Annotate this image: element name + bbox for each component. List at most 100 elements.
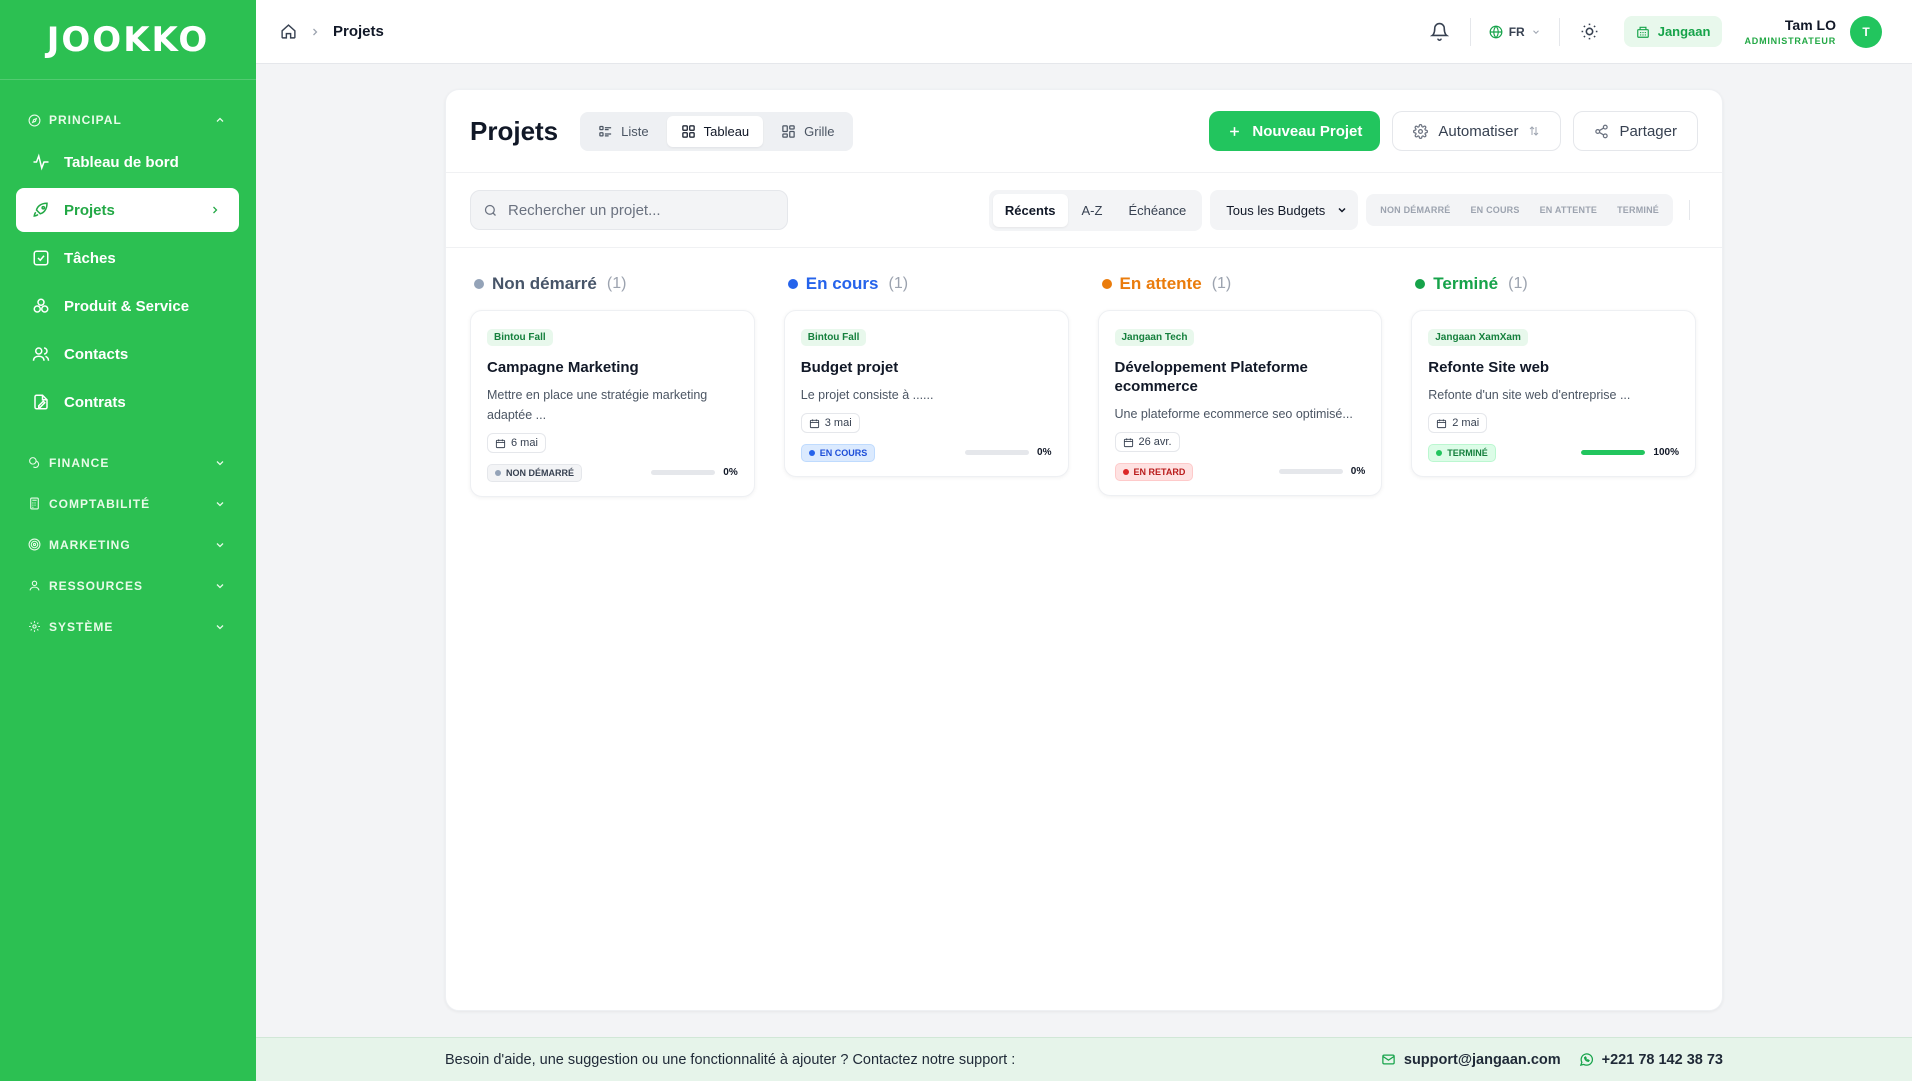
target-icon — [28, 538, 41, 551]
checkbox-icon — [32, 249, 50, 267]
status-badge: NON DÉMARRÉ — [487, 463, 583, 482]
home-icon[interactable] — [280, 23, 297, 40]
section-label: FINANCE — [49, 455, 110, 470]
users-icon — [32, 345, 50, 363]
view-list-button[interactable]: Liste — [584, 116, 662, 147]
project-card[interactable]: Bintou Fall Campagne Marketing Mettre en… — [470, 310, 755, 497]
sidebar: JOOKKO PRINCIPAL Tableau de bord Projets — [0, 0, 256, 1081]
building-icon — [1636, 25, 1650, 39]
user-menu[interactable]: Tam LO ADMINISTRATEUR T — [1744, 15, 1882, 48]
support-email-link[interactable]: support@jangaan.com — [1381, 1052, 1561, 1068]
section-comptabilite-toggle[interactable]: COMPTABILITÉ — [0, 483, 256, 524]
section-label: RESSOURCES — [49, 578, 144, 593]
section-marketing-toggle[interactable]: MARKETING — [0, 524, 256, 565]
column-dot — [474, 279, 484, 289]
automate-button[interactable]: Automatiser — [1392, 111, 1562, 151]
project-card[interactable]: Jangaan XamXam Refonte Site web Refonte … — [1411, 310, 1696, 477]
due-date: 6 mai — [511, 437, 538, 449]
new-project-button[interactable]: Nouveau Projet — [1209, 111, 1381, 151]
section-systeme-toggle[interactable]: SYSTÈME — [0, 606, 256, 647]
sidebar-item-tableau-de-bord[interactable]: Tableau de bord — [16, 140, 239, 184]
sidebar-item-label: Contacts — [64, 345, 129, 363]
filter-en-cours[interactable]: EN COURS — [1462, 199, 1527, 221]
avatar[interactable]: T — [1850, 15, 1882, 48]
view-label: Grille — [804, 123, 835, 139]
progress-bar-fill — [1581, 450, 1646, 455]
view-grid-button[interactable]: Grille — [767, 116, 848, 147]
company-switcher[interactable]: Jangaan — [1623, 16, 1723, 47]
project-description: Refonte d'un site web d'entreprise ... — [1428, 388, 1631, 402]
support-phone-link[interactable]: +221 78 142 38 73 — [1579, 1052, 1723, 1068]
project-card[interactable]: Jangaan Tech Développement Plateforme ec… — [1097, 310, 1383, 496]
section-principal-toggle[interactable]: PRINCIPAL — [0, 100, 256, 140]
chevron-down-icon — [214, 580, 226, 592]
language-selector[interactable]: FR — [1481, 19, 1549, 45]
view-board-button[interactable]: Tableau — [666, 115, 764, 147]
filter-en-attente[interactable]: EN ATTENTE — [1532, 199, 1606, 221]
due-date-chip: 6 mai — [487, 433, 546, 453]
sort-az-button[interactable]: A-Z — [1070, 194, 1115, 227]
share-button[interactable]: Partager — [1573, 111, 1698, 151]
project-title: Développement Plateforme ecommerce — [1114, 359, 1308, 395]
calculator-icon — [28, 497, 41, 510]
column-title: En cours — [805, 274, 879, 293]
column-en-cours: En cours (1) Bintou Fall Budget projet L… — [783, 272, 1069, 497]
status-badge: EN COURS — [800, 443, 876, 462]
section-label: SYSTÈME — [49, 619, 114, 634]
divider — [1558, 17, 1560, 46]
sidebar-item-produit-service[interactable]: Produit & Service — [16, 284, 239, 328]
progress-value: 100% — [1653, 447, 1679, 458]
filters-toolbar: Récents A-Z Échéance Tous les Budgets NO… — [446, 173, 1722, 248]
section-finance-toggle[interactable]: FINANCE — [0, 442, 256, 483]
due-date-chip: 26 avr. — [1114, 432, 1180, 452]
sidebar-item-taches[interactable]: Tâches — [16, 236, 239, 280]
sidebar-item-projets[interactable]: Projets — [16, 188, 239, 232]
notifications-button[interactable] — [1420, 12, 1460, 52]
filter-termine[interactable]: TERMINÉ — [1609, 199, 1667, 221]
sidebar-item-label: Tableau de bord — [64, 153, 179, 171]
chevron-right-icon — [209, 204, 221, 216]
calendar-icon — [809, 418, 820, 429]
progress: 0% — [1278, 466, 1365, 477]
progress-bar — [1278, 469, 1343, 474]
budget-select[interactable]: Tous les Budgets — [1210, 190, 1359, 230]
sidebar-item-contacts[interactable]: Contacts — [16, 332, 239, 376]
support-footer: Besoin d'aide, une suggestion ou une fon… — [256, 1037, 1912, 1081]
language-label: FR — [1508, 24, 1525, 39]
sidebar-item-label: Projets — [64, 201, 115, 219]
status-badge: TERMINÉ — [1428, 443, 1496, 462]
client-badge: Bintou Fall — [487, 329, 553, 346]
status-filter-group: NON DÉMARRÉ EN COURS EN ATTENTE TERMINÉ — [1366, 194, 1673, 226]
client-badge: Jangaan XamXam — [1428, 329, 1528, 346]
status-dot — [808, 449, 815, 456]
whatsapp-icon — [1579, 1052, 1594, 1067]
sort-due-button[interactable]: Échéance — [1116, 194, 1198, 227]
status-dot — [1436, 449, 1443, 456]
brand-logo[interactable]: JOOKKO — [0, 0, 256, 80]
chevron-down-icon — [1336, 204, 1348, 216]
status-dot — [1122, 468, 1129, 475]
project-title: Campagne Marketing — [487, 359, 639, 376]
panel-header: Projets Liste Tableau Grille Nouveau Pro… — [446, 90, 1722, 173]
sidebar-item-contrats[interactable]: Contrats — [16, 380, 239, 424]
chevron-down-icon — [214, 621, 226, 633]
user-name: Tam LO — [1784, 17, 1836, 33]
search-input[interactable] — [508, 201, 775, 219]
section-ressources-toggle[interactable]: RESSOURCES — [0, 565, 256, 606]
rocket-icon — [32, 201, 50, 219]
chevron-right-icon — [309, 26, 321, 38]
chevron-down-icon — [214, 457, 226, 469]
gear-icon — [28, 620, 41, 633]
project-card[interactable]: Bintou Fall Budget projet Le projet cons… — [783, 310, 1069, 477]
theme-toggle-button[interactable] — [1570, 12, 1610, 52]
search-icon — [483, 203, 498, 218]
kanban-board: Non démarré (1) Bintou Fall Campagne Mar… — [446, 248, 1722, 497]
status-label: TERMINÉ — [1447, 447, 1488, 458]
share-icon — [1594, 124, 1609, 139]
progress: 0% — [651, 467, 738, 478]
sidebar-item-label: Contrats — [64, 393, 126, 411]
column-dot — [1415, 279, 1426, 289]
due-date: 26 avr. — [1138, 436, 1172, 448]
sort-recent-button[interactable]: Récents — [992, 193, 1068, 227]
filter-non-demarre[interactable]: NON DÉMARRÉ — [1372, 199, 1458, 221]
